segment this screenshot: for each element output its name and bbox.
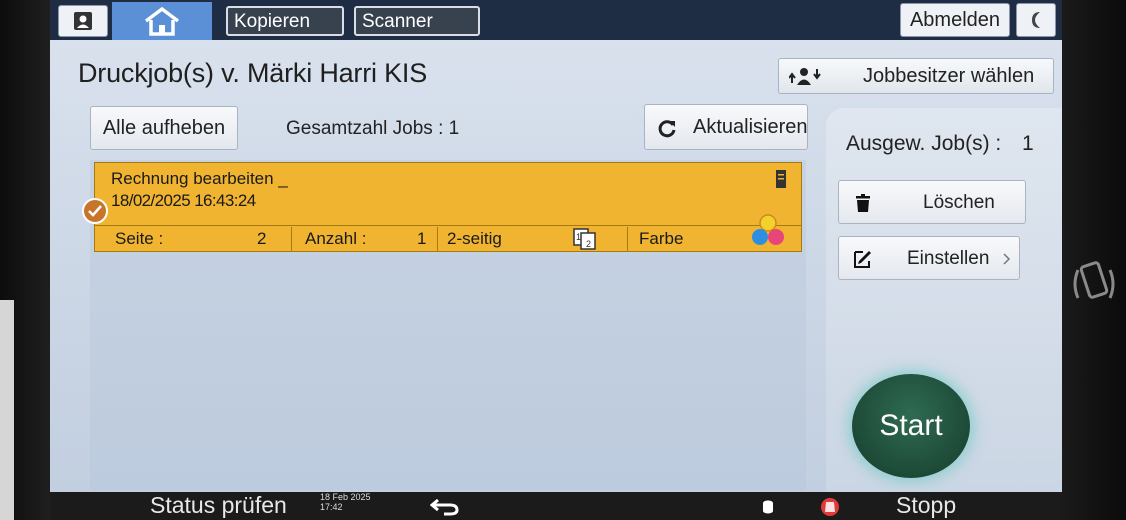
refresh-label: Aktualisieren [693, 116, 808, 138]
device-edge [0, 300, 14, 520]
column-separator [291, 227, 292, 251]
storage-icon [763, 500, 773, 514]
user-button[interactable] [58, 5, 108, 37]
job-selected-checkmark [82, 198, 108, 224]
job-row[interactable]: Rechnung bearbeiten _ 18/02/2025 16:43:2… [94, 162, 802, 252]
home-tab[interactable] [112, 2, 212, 40]
color-icon [752, 214, 784, 245]
color-mode-value: Farbe [639, 229, 684, 248]
app-tab-scanner[interactable]: Scanner [354, 6, 480, 36]
copies-label: Anzahl : [305, 229, 367, 248]
column-separator [437, 227, 438, 251]
current-time: 17:42 [320, 502, 343, 512]
selected-jobs-label: Ausgew. Job(s) : [846, 132, 1002, 155]
current-date: 18 Feb 2025 [320, 492, 371, 502]
touch-screen: Kopieren Scanner Abmelden Druckjob(s) v.… [50, 0, 1062, 492]
release-all-button[interactable]: Alle aufheben [90, 106, 238, 150]
start-button[interactable]: Start [852, 374, 970, 478]
job-list: Rechnung bearbeiten _ 18/02/2025 16:43:2… [82, 160, 806, 490]
stop-icon [821, 498, 839, 516]
job-name: Rechnung bearbeiten _ [111, 169, 288, 188]
settings-button[interactable]: Einstellen [838, 236, 1020, 280]
select-job-owner-button[interactable]: Jobbesitzer wählen [778, 58, 1054, 94]
settings-label: Einstellen [907, 248, 990, 269]
column-separator [627, 227, 628, 251]
total-jobs-text: Gesamtzahl Jobs : 1 [286, 118, 460, 139]
svg-text:2: 2 [586, 239, 591, 249]
job-row-divider [95, 225, 801, 226]
refresh-button[interactable]: Aktualisieren [644, 104, 808, 150]
user-icon [74, 12, 92, 30]
job-datetime: 18/02/2025 16:43:24 [111, 191, 256, 210]
nfc-phone-icon [1073, 261, 1115, 299]
date-time: 18 Feb 2025 17:42 [320, 492, 371, 512]
back-arrow-icon[interactable] [430, 496, 460, 516]
duplex-icon: 1 2 [573, 228, 596, 250]
owner-switch-icon [789, 68, 821, 85]
pages-value: 2 [257, 229, 267, 248]
checkmark-icon [88, 205, 102, 217]
energy-saver-button[interactable] [1016, 3, 1056, 37]
logout-button[interactable]: Abmelden [900, 3, 1010, 37]
svg-text:1: 1 [576, 232, 581, 242]
device-bezel-left [0, 0, 50, 520]
selected-jobs-count: 1 [1022, 132, 1034, 155]
chevron-right-icon [1003, 253, 1011, 265]
bottom-bar: Status prüfen 18 Feb 2025 17:42 Stopp [50, 492, 1062, 520]
copies-value: 1 [417, 229, 427, 248]
select-job-owner-label: Jobbesitzer wählen [863, 65, 1035, 87]
top-bar: Kopieren Scanner Abmelden [50, 0, 1062, 40]
home-icon [144, 6, 180, 36]
stop-button[interactable]: Stopp [896, 492, 956, 519]
refresh-icon [658, 120, 676, 138]
page-title: Druckjob(s) v. Märki Harri KIS [78, 58, 428, 88]
delete-label: Löschen [923, 192, 995, 213]
app-tab-kopieren[interactable]: Kopieren [226, 6, 344, 36]
duplex-value: 2-seitig [447, 229, 502, 248]
moon-icon [1032, 12, 1040, 28]
check-status-button[interactable]: Status prüfen [150, 492, 287, 519]
pages-label: Seite : [115, 229, 164, 248]
document-icon [776, 170, 786, 188]
delete-button[interactable]: Löschen [838, 180, 1026, 224]
trash-icon [856, 194, 870, 212]
edit-icon [854, 251, 871, 268]
